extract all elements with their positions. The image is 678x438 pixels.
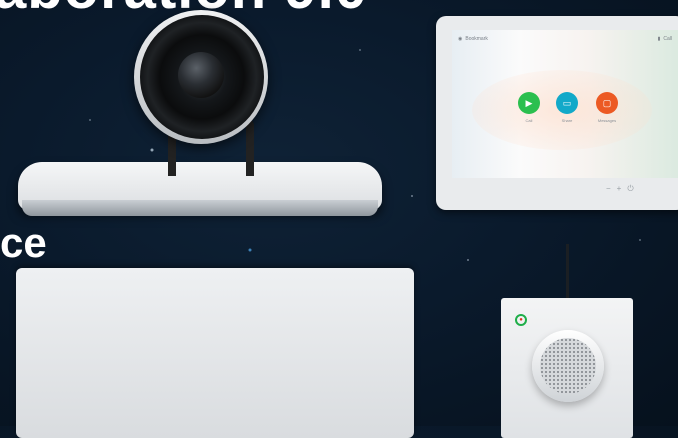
- call-label: Call: [525, 118, 533, 123]
- status-text: Call: [663, 36, 672, 42]
- codec-box-device: [16, 268, 414, 438]
- message-icon: ▢: [602, 97, 612, 108]
- brand-text: Bookmark: [465, 36, 488, 42]
- messages-button[interactable]: ▢: [596, 92, 618, 114]
- share-button[interactable]: ▭: [556, 92, 578, 114]
- power-icon[interactable]: ⏻: [627, 184, 633, 194]
- share-label: Share: [561, 118, 573, 123]
- brand-icon: ◉: [458, 36, 463, 42]
- screen-brand: ◉ Bookmark: [458, 36, 488, 42]
- page-title: aboration 9.0: [0, 0, 678, 16]
- mic-mute-icon[interactable]: ●: [515, 314, 527, 326]
- camera-bar-front: [22, 200, 378, 216]
- call-button[interactable]: ▶: [518, 92, 540, 114]
- camera-lens-glint: [178, 52, 224, 98]
- section-heading: ce: [0, 219, 47, 266]
- screen-status: ▮ Call: [658, 36, 672, 42]
- volume-up-icon[interactable]: +: [617, 184, 622, 194]
- video-camera-icon: ▶: [525, 97, 533, 108]
- panel-hardware-controls: − + ⏻: [606, 184, 634, 194]
- volume-down-icon[interactable]: −: [606, 184, 611, 194]
- messages-label: Messages: [597, 118, 617, 123]
- share-screen-icon: ▭: [562, 97, 572, 108]
- camera-status-icon: ▮: [657, 36, 661, 42]
- mic-cable: [566, 244, 569, 302]
- mic-speaker-grille: [540, 338, 596, 394]
